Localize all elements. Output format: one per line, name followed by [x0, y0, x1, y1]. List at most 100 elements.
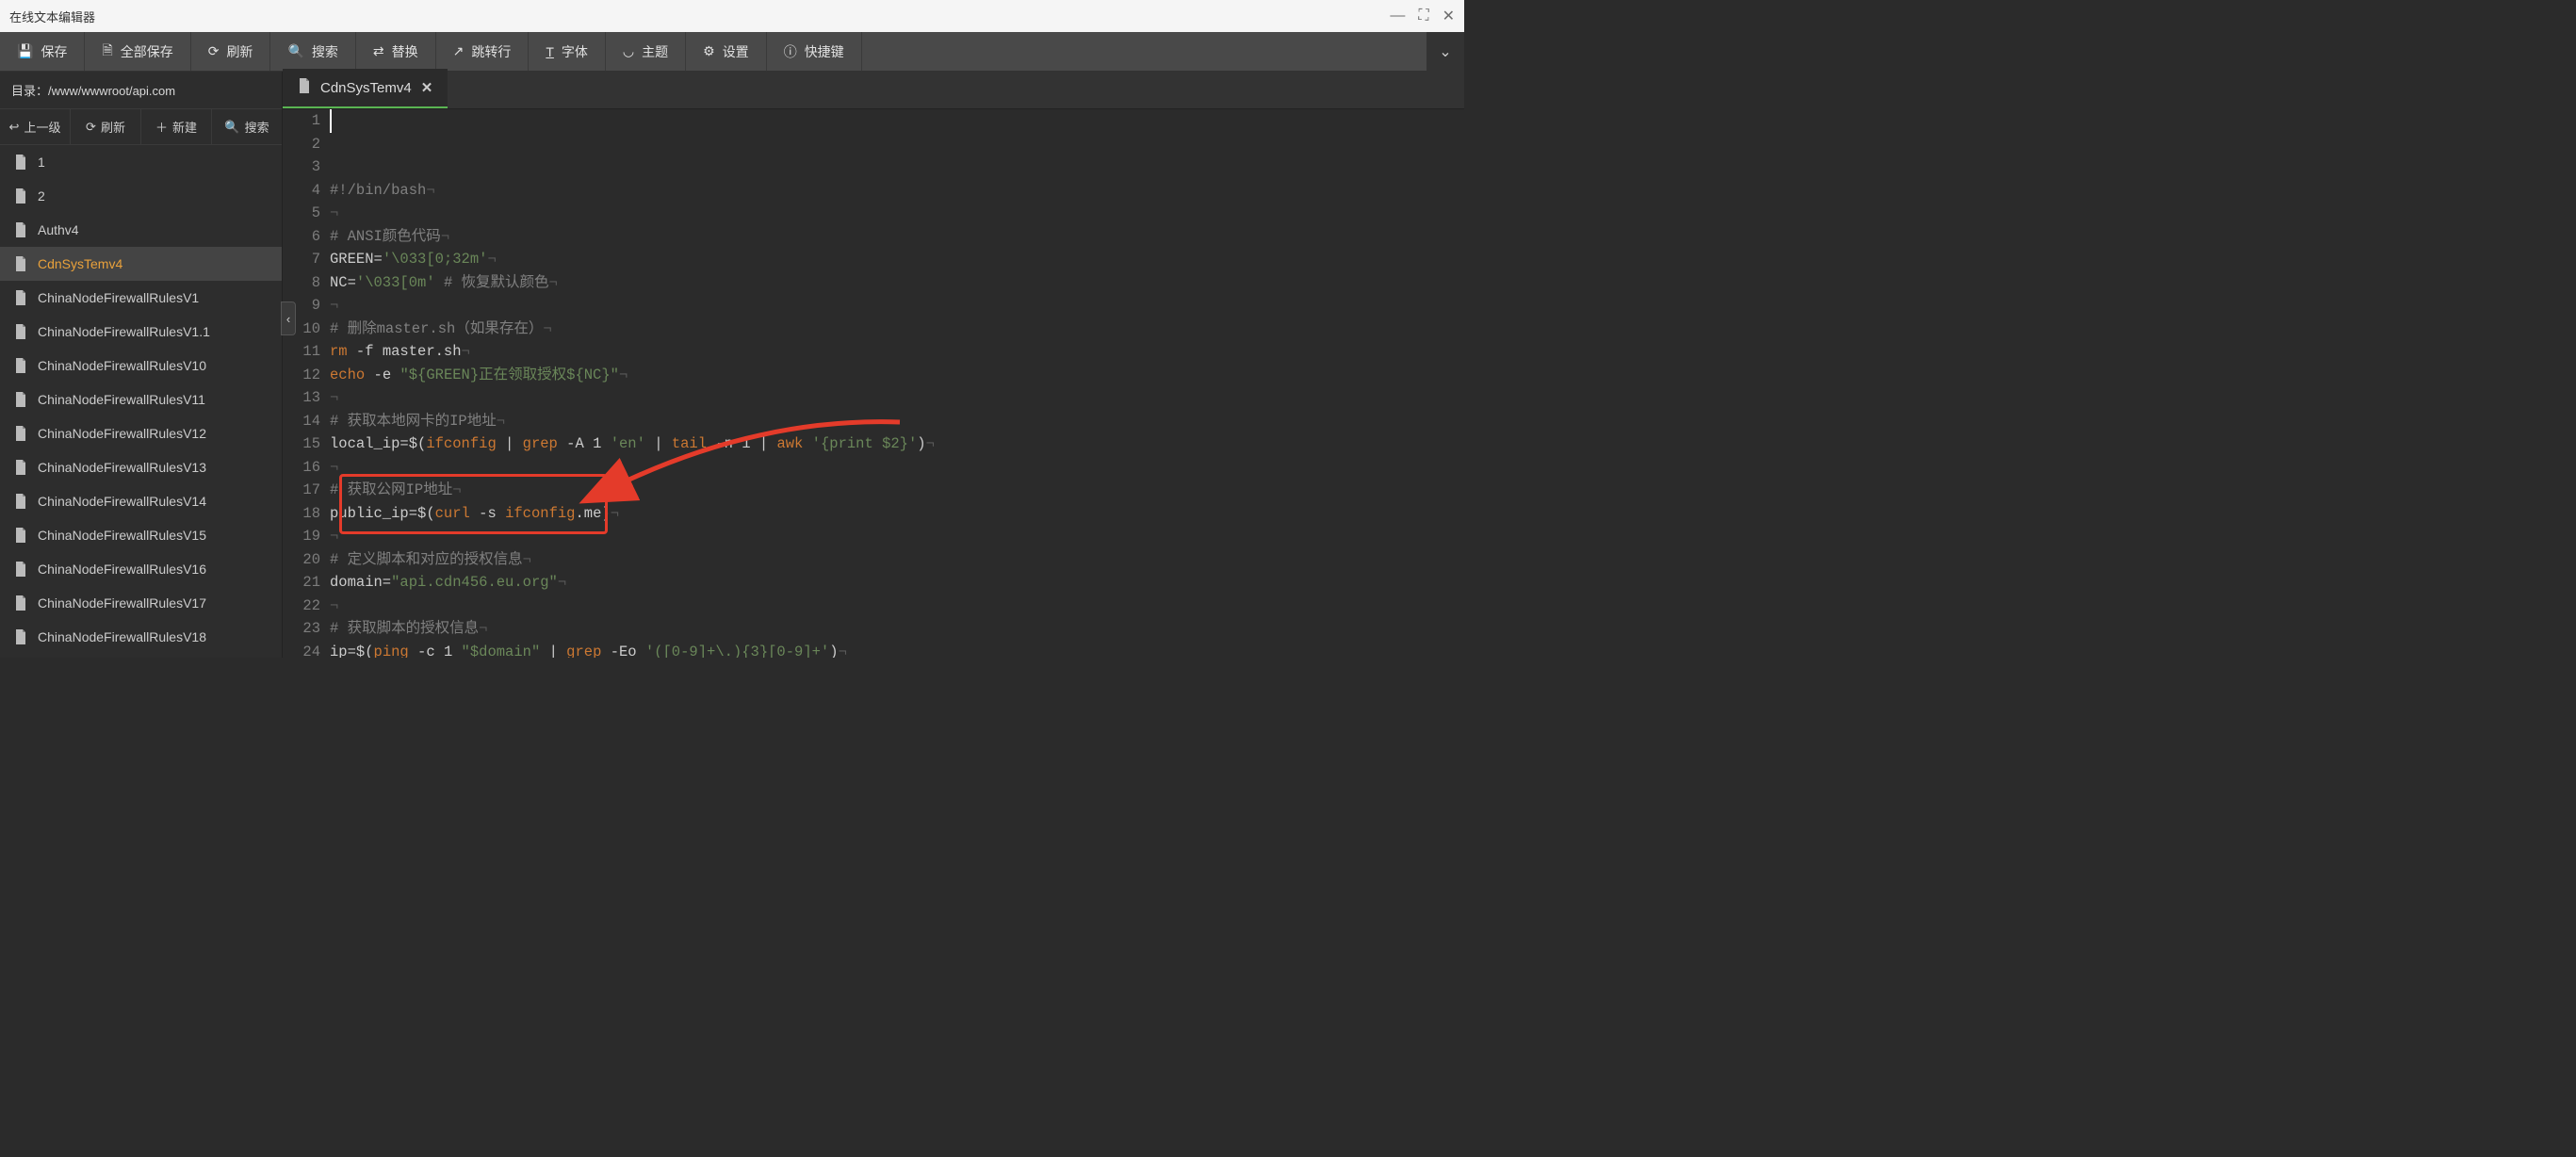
settings-button[interactable]: ⚙ 设置	[686, 32, 767, 71]
code-line[interactable]: #!/bin/bash¬	[330, 179, 1464, 203]
refresh-label: 刷新	[226, 42, 253, 61]
file-icon	[13, 153, 28, 171]
font-button[interactable]: T 字体	[529, 32, 606, 71]
file-item[interactable]: ChinaNodeFirewallRulesV18	[0, 620, 282, 654]
file-icon	[13, 492, 28, 511]
code-line[interactable]: echo -e "${GREEN}正在领取授权${NC}"¬	[330, 364, 1464, 387]
goto-line-button[interactable]: ↗ 跳转行	[436, 32, 530, 71]
search-label: 搜索	[312, 42, 338, 61]
save-all-button[interactable]: 🗎 全部保存	[85, 32, 190, 71]
save-all-label: 全部保存	[121, 42, 173, 61]
code-line[interactable]: # 获取公网IP地址¬	[330, 479, 1464, 502]
sidebar-up-button[interactable]: ↩上一级	[0, 109, 71, 144]
code-line[interactable]: ip=$(ping -c 1 "$domain" | grep -Eo '([0…	[330, 641, 1464, 659]
code-line[interactable]: # 删除master.sh（如果存在）¬	[330, 318, 1464, 341]
file-name: ChinaNodeFirewallRulesV18	[38, 629, 206, 644]
close-icon[interactable]: ✕	[1443, 7, 1455, 25]
chevron-down-icon: ⌄	[1439, 42, 1451, 61]
maximize-icon[interactable]: ⛶	[1418, 8, 1428, 24]
sidebar-refresh-label: 刷新	[101, 118, 125, 136]
file-item[interactable]: ChinaNodeFirewallRulesV1.1	[0, 315, 282, 349]
shortcuts-label: 快捷键	[805, 42, 844, 61]
toolbar-more-button[interactable]: ⌄	[1427, 32, 1464, 71]
file-item[interactable]: Authv4	[0, 213, 282, 247]
file-icon	[13, 627, 28, 646]
chevron-left-icon: ‹	[286, 312, 290, 326]
file-icon	[13, 458, 28, 477]
file-name: ChinaNodeFirewallRulesV1	[38, 290, 199, 305]
file-item[interactable]: ChinaNodeFirewallRulesV17	[0, 586, 282, 620]
file-name: CdnSysTemv4	[38, 256, 122, 271]
file-name: ChinaNodeFirewallRulesV14	[38, 494, 206, 509]
code-line[interactable]: public_ip=$(curl -s ifconfig.me)¬	[330, 502, 1464, 526]
tab-close-icon[interactable]: ✕	[421, 79, 433, 96]
file-icon	[13, 288, 28, 307]
code-line[interactable]: ¬	[330, 595, 1464, 618]
code-line[interactable]: # 获取脚本的授权信息¬	[330, 617, 1464, 641]
sidebar-refresh-button[interactable]: ⟳刷新	[71, 109, 141, 144]
file-item[interactable]: ChinaNodeFirewallRulesV14	[0, 484, 282, 518]
file-item[interactable]: ChinaNodeFirewallRulesV11	[0, 383, 282, 416]
file-item[interactable]: ChinaNodeFirewallRulesV10	[0, 349, 282, 383]
sidebar-collapse-button[interactable]: ‹	[281, 301, 296, 335]
code-line[interactable]: rm -f master.sh¬	[330, 340, 1464, 364]
file-item[interactable]: ChinaNodeFirewallRulesV16	[0, 552, 282, 586]
sidebar-new-label: 新建	[172, 118, 197, 136]
file-icon	[13, 220, 28, 239]
file-item[interactable]: ChinaNodeFirewallRulesV15	[0, 518, 282, 552]
code-line[interactable]: ¬	[330, 525, 1464, 548]
replace-label: 替换	[392, 42, 418, 61]
code-line[interactable]: GREEN='\033[0;32m'¬	[330, 248, 1464, 271]
breadcrumb-path: /www/wwwroot/api.com	[48, 84, 175, 98]
code-line[interactable]: local_ip=$(ifconfig | grep -A 1 'en' | t…	[330, 432, 1464, 456]
file-item[interactable]: 2	[0, 179, 282, 213]
theme-button[interactable]: ◡ 主题	[606, 32, 686, 71]
refresh-button[interactable]: ⟳ 刷新	[191, 32, 271, 71]
code-line[interactable]: # 定义脚本和对应的授权信息¬	[330, 548, 1464, 572]
settings-label: 设置	[723, 42, 749, 61]
file-item[interactable]: ChinaNodeFirewallRulesV1	[0, 281, 282, 315]
breadcrumb-label: 目录：	[11, 84, 48, 98]
gear-icon: ⚙	[703, 43, 715, 59]
file-item[interactable]: 1	[0, 145, 282, 179]
code-line[interactable]: ¬	[330, 386, 1464, 410]
minimize-icon[interactable]: —	[1390, 8, 1405, 24]
line-gutter: 1234567891011121314151617181920212223242…	[283, 109, 330, 658]
code-line[interactable]: # ANSI颜色代码¬	[330, 225, 1464, 249]
save-button[interactable]: 💾 保存	[0, 32, 85, 71]
sidebar-new-button[interactable]: ＋新建	[141, 109, 212, 144]
code-content[interactable]: #!/bin/bash¬¬# ANSI颜色代码¬GREEN='\033[0;32…	[330, 109, 1464, 658]
window-title: 在线文本编辑器	[9, 8, 95, 25]
sidebar: 目录：/www/wwwroot/api.com ↩上一级 ⟳刷新 ＋新建 🔍搜索…	[0, 72, 283, 658]
shortcuts-button[interactable]: ⓘ 快捷键	[767, 32, 862, 71]
save-label: 保存	[41, 42, 67, 61]
code-editor[interactable]: 1234567891011121314151617181920212223242…	[283, 109, 1464, 658]
file-icon	[13, 322, 28, 341]
editor-area: CdnSysTemv4 ✕ 12345678910111213141516171…	[283, 72, 1464, 658]
file-list[interactable]: 12Authv4 CdnSysTemv4 ChinaNodeFirewallRule…	[0, 145, 282, 658]
replace-button[interactable]: ⇄ 替换	[356, 32, 436, 71]
search-button[interactable]: 🔍 搜索	[270, 32, 355, 71]
file-item[interactable]: ChinaNodeFirewallRulesV12	[0, 416, 282, 450]
file-item[interactable]: ChinaNodeFirewallRulesV19	[0, 654, 282, 658]
theme-icon: ◡	[623, 43, 634, 59]
code-line[interactable]: # 获取本地网卡的IP地址¬	[330, 410, 1464, 433]
file-item[interactable]: ChinaNodeFirewallRulesV13	[0, 450, 282, 484]
sidebar-up-label: 上一级	[24, 118, 60, 136]
file-item[interactable]: CdnSysTemv4	[0, 247, 282, 281]
tab-label: CdnSysTemv4	[320, 80, 412, 96]
code-line[interactable]: ¬	[330, 456, 1464, 480]
sidebar-search-label: 搜索	[245, 118, 269, 136]
file-name: ChinaNodeFirewallRulesV11	[38, 392, 205, 407]
code-line[interactable]: ¬	[330, 202, 1464, 225]
code-line[interactable]: NC='\033[0m' # 恢复默认颜色¬	[330, 271, 1464, 295]
file-icon	[13, 356, 28, 375]
plus-icon: ＋	[155, 118, 168, 136]
sidebar-search-button[interactable]: 🔍搜索	[212, 109, 282, 144]
code-line[interactable]: domain="api.cdn456.eu.org"¬	[330, 571, 1464, 595]
theme-label: 主题	[642, 42, 668, 61]
tab-active[interactable]: CdnSysTemv4 ✕	[283, 69, 448, 108]
code-line[interactable]: ¬	[330, 294, 1464, 318]
file-icon	[13, 560, 28, 578]
file-icon	[13, 526, 28, 545]
